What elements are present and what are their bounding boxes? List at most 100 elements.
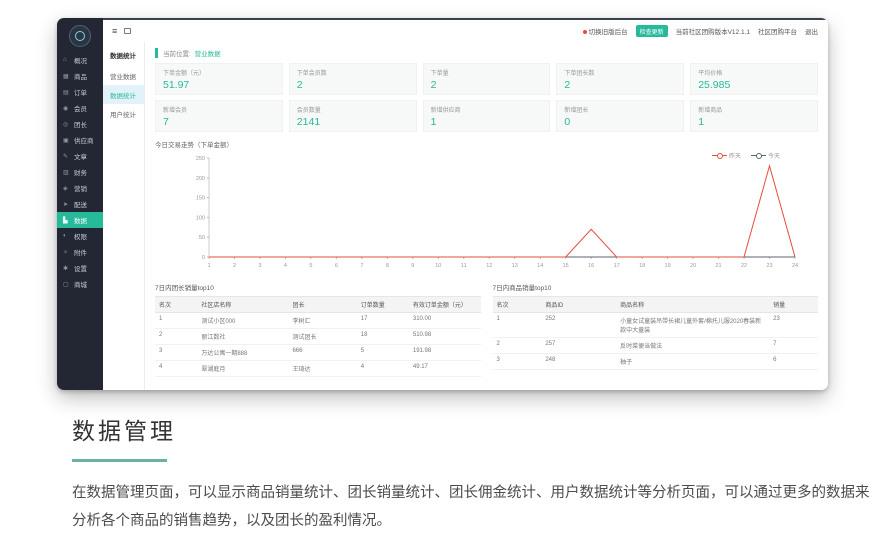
table-row: 1252小童女试童装吊带长裙儿童外套/棉托儿服2020春装新款中大童装23	[493, 313, 819, 338]
submenu-item[interactable]: 用户统计	[103, 104, 144, 123]
admin-screenshot: ⌂ 概况 ▦ 商品 ▤ 订单 ◉ 会员 ◎ 团长	[57, 18, 828, 390]
sidebar-item-label: 文章	[74, 151, 87, 161]
table-cell: 252	[541, 313, 616, 338]
table-row: 2257反时菜便当做法7	[493, 338, 819, 354]
stat-card: 下单会员数 2	[289, 63, 417, 95]
sidebar-item-label: 会员	[74, 103, 87, 113]
table-cell: 49.17	[409, 361, 481, 377]
platform-link[interactable]: 社区团购平台	[758, 26, 797, 36]
column-header: 社区店名称	[197, 297, 288, 313]
table-cell: 测试团长	[288, 329, 356, 345]
table-cell: 反时菜便当做法	[616, 338, 769, 354]
breadcrumb-current[interactable]: 营业数据	[195, 51, 221, 58]
check-update-badge[interactable]: 检查更新	[636, 25, 668, 37]
column-header: 名次	[493, 297, 542, 313]
svg-text:250: 250	[196, 156, 205, 162]
switch-old-admin-link[interactable]: 切换旧版后台	[583, 26, 628, 36]
legend-label: 今天	[768, 151, 780, 160]
stat-card: 平均价格 25.985	[690, 63, 818, 95]
table-cell: 2	[155, 329, 197, 345]
fullscreen-icon[interactable]	[124, 28, 131, 34]
sidebar-item[interactable]: ◈ 营销	[57, 180, 103, 196]
logout-link[interactable]: 退出	[805, 26, 818, 36]
legend-item[interactable]: 今天	[751, 151, 780, 160]
sidebar-item[interactable]: ◎ 团长	[57, 116, 103, 132]
table-cell: 666	[288, 345, 356, 361]
column-header: 订单数量	[357, 297, 409, 313]
table-cell: 丽江数社	[197, 329, 288, 345]
sidebar-item[interactable]: ✱ 设置	[57, 260, 103, 276]
svg-text:200: 200	[196, 176, 205, 182]
stat-card: 会员数量 2141	[289, 100, 417, 132]
sidebar-item[interactable]: ◐ 权限	[57, 228, 103, 244]
table-title: 7日内团长销量top10	[155, 282, 481, 292]
sidebar-item-icon: ▢	[63, 281, 71, 288]
chart-legend: 昨天 今天	[712, 151, 780, 160]
sidebar-item-icon: ▣	[63, 137, 71, 144]
sidebar-item[interactable]: ▥ 财务	[57, 164, 103, 180]
sidebar-item[interactable]: ▤ 订单	[57, 84, 103, 100]
trend-line-chart: 0501001502002501234567891011121314151617…	[183, 153, 800, 276]
submenu-item[interactable]: 营业数据	[103, 66, 144, 85]
sidebar-item[interactable]: ▦ 商品	[57, 68, 103, 84]
leader-sales-table-card: 7日内团长销量top10 名次社区店名称团长订单数量有效订单金额（元）1测试小区…	[155, 282, 481, 377]
column-header: 有效订单金额（元）	[409, 297, 481, 313]
submenu-item[interactable]: 数据统计	[103, 85, 144, 104]
table-cell: 7	[769, 338, 818, 354]
sidebar-item-label: 营销	[74, 183, 87, 193]
svg-text:13: 13	[512, 263, 518, 269]
sidebar-item-icon: ▦	[63, 73, 71, 80]
stat-label: 下单金额（元）	[163, 68, 275, 77]
table-cell: 3	[155, 345, 197, 361]
sidebar-item[interactable]: ▢ 商城	[57, 276, 103, 292]
svg-text:100: 100	[196, 215, 205, 221]
legend-label: 昨天	[729, 151, 741, 160]
ranking-tables: 7日内团长销量top10 名次社区店名称团长订单数量有效订单金额（元）1测试小区…	[155, 282, 818, 377]
stat-value: 0	[564, 116, 676, 128]
product-sales-table: 名次商品ID商品名称销量1252小童女试童装吊带长裙儿童外套/棉托儿服2020春…	[493, 296, 819, 370]
sidebar-item-icon: ✱	[63, 265, 71, 272]
menu-toggle-icon[interactable]: ≡	[112, 27, 117, 36]
sidebar-item-icon: ◈	[63, 185, 71, 192]
stat-card: 新增供应商 1	[423, 100, 551, 132]
table-cell: 4	[155, 361, 197, 377]
svg-text:12: 12	[486, 263, 492, 269]
sidebar-item[interactable]: ✎ 文章	[57, 148, 103, 164]
svg-text:17: 17	[614, 263, 620, 269]
legend-item[interactable]: 昨天	[712, 151, 741, 160]
doc-paragraph: 在数据管理页面，可以显示商品销量统计、团长销量统计、团长佣金统计、用户数据统计等…	[72, 479, 875, 535]
stat-value: 51.97	[163, 79, 275, 91]
svg-text:14: 14	[537, 263, 543, 269]
column-header: 名次	[155, 297, 197, 313]
sidebar-item-label: 财务	[74, 167, 87, 177]
sidebar-item[interactable]: ◉ 会员	[57, 100, 103, 116]
sidebar-item-icon: ⌂	[63, 57, 71, 63]
main-sidebar: ⌂ 概况 ▦ 商品 ▤ 订单 ◉ 会员 ◎ 团长	[57, 18, 103, 390]
table-cell: 3	[493, 354, 542, 370]
stat-label: 下单团长数	[564, 68, 676, 77]
stat-value: 1	[698, 116, 810, 128]
sidebar-item[interactable]: ▣ 供应商	[57, 132, 103, 148]
svg-text:21: 21	[716, 263, 722, 269]
stat-value: 2141	[297, 116, 409, 128]
table-cell: 小童女试童装吊带长裙儿童外套/棉托儿服2020春装新款中大童装	[616, 313, 769, 338]
table-cell: 6	[769, 354, 818, 370]
sidebar-item[interactable]: ▙ 数据	[57, 212, 103, 228]
sidebar-item[interactable]: ⌂ 概况	[57, 52, 103, 68]
table-cell: 1	[155, 313, 197, 329]
sidebar-item-icon: ◉	[63, 105, 71, 112]
sidebar-item-label: 概况	[74, 55, 87, 65]
stat-label: 新增商品	[698, 105, 810, 114]
sidebar-item[interactable]: ➤ 配送	[57, 196, 103, 212]
table-row: 3万达公寓一期8886665191.98	[155, 345, 481, 361]
stat-card: 新增团长 0	[556, 100, 684, 132]
svg-text:16: 16	[588, 263, 594, 269]
table-cell: 4	[357, 361, 409, 377]
sidebar-item[interactable]: ✧ 附件	[57, 244, 103, 260]
table-cell: 王琦达	[288, 361, 356, 377]
table-cell: 23	[769, 313, 818, 338]
trend-chart-card: 今日交易走势（下单金额） 昨天今天 0501001502002501234567…	[155, 139, 818, 276]
stat-value: 25.985	[698, 79, 810, 91]
sidebar-item-icon: ▥	[63, 169, 71, 176]
stat-card: 下单量 2	[423, 63, 551, 95]
